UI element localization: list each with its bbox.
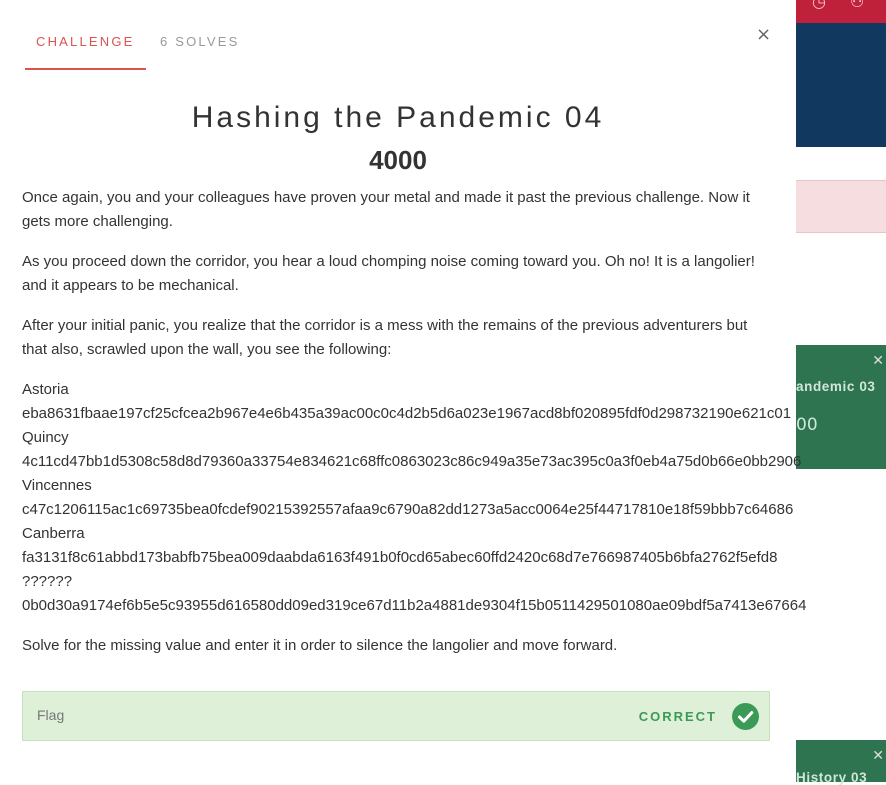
flag-form: CORRECT (22, 691, 770, 741)
challenge-points: 4000 (369, 145, 427, 175)
challenge-card-title: History 03 (796, 770, 868, 785)
background-navbar: ◷ ⚇ (796, 0, 886, 23)
background-header (796, 23, 886, 147)
hash-value: fa3131f8c61abbd173babfb75bea009daabda616… (22, 549, 778, 566)
hash-label: Astoria (22, 381, 69, 398)
challenge-description: Once again, you and your colleagues have… (22, 186, 872, 674)
description-paragraph: Solve for the missing value and enter it… (22, 637, 618, 654)
hash-list: Astoria eba8631fbaae197cf25cfcea2b967e4e… (22, 378, 872, 618)
close-icon[interactable]: × (756, 24, 771, 45)
hash-value: 4c11cd47bb1d5308c58d8d79360a33754e834621… (22, 453, 802, 470)
description-paragraph: As you proceed down the corridor, you he… (22, 253, 755, 294)
hash-label: ?????? (22, 573, 73, 590)
background-divider (796, 148, 886, 180)
flag-input[interactable] (35, 706, 439, 724)
hash-value: 0b0d30a9174ef6b5e5c93955d616580dd09ed319… (22, 597, 807, 614)
hash-label: Canberra (22, 525, 85, 542)
description-paragraph: After your initial panic, you realize th… (22, 317, 748, 358)
hash-value: c47c1206115ac1c69735bea0fcdef90215392557… (22, 501, 794, 518)
challenge-modal: CHALLENGE 6 SOLVES × Hashing the Pandemi… (0, 0, 806, 782)
hash-label: Vincennes (22, 477, 92, 494)
description-paragraph: Once again, you and your colleagues have… (22, 189, 750, 230)
tab-challenge[interactable]: CHALLENGE (25, 34, 146, 70)
hash-value: eba8631fbaae197cf25cfcea2b967e4e6b435a39… (22, 405, 792, 422)
chevron-icon: ✕ (872, 353, 884, 369)
tab-solves[interactable]: 6 SOLVES (160, 34, 240, 49)
check-circle-icon (732, 703, 759, 730)
challenge-title: Hashing the Pandemic 04 (191, 101, 605, 134)
users-icon[interactable]: ⚇ (850, 0, 864, 11)
clock-icon[interactable]: ◷ (812, 0, 826, 11)
correct-status: CORRECT (638, 709, 717, 724)
chevron-icon: ✕ (872, 748, 884, 764)
challenge-card[interactable]: ✕ History 03 (796, 740, 886, 785)
hash-label: Quincy (22, 429, 69, 446)
